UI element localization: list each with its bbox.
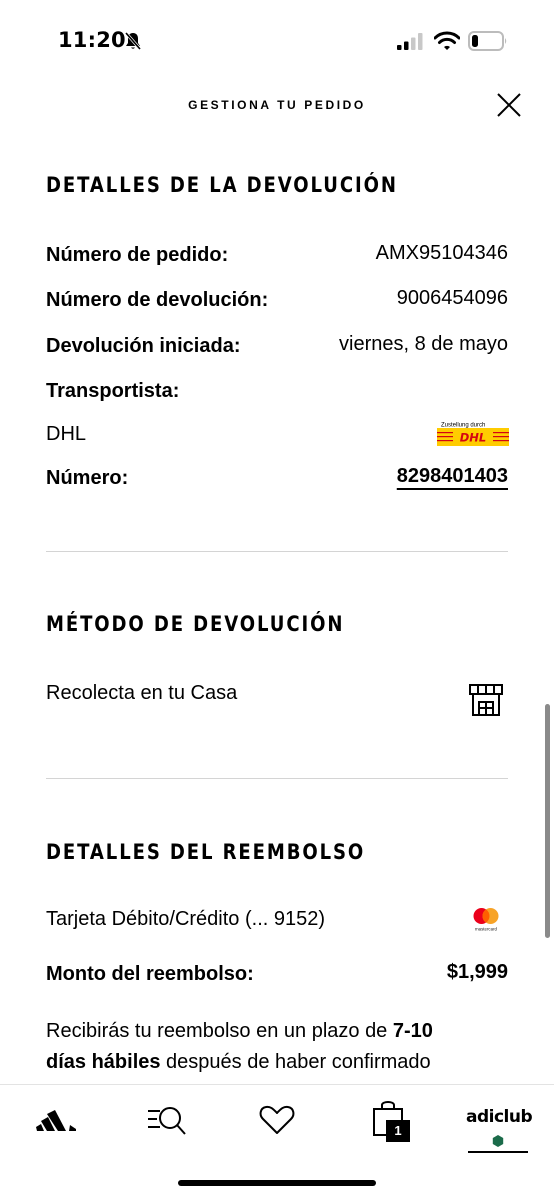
refund-note-suffix: después de haber confirmado xyxy=(160,1051,431,1073)
refund-note-prefix: Recibirás tu reembolso en un plazo de xyxy=(46,1020,393,1042)
status-bar: 11:20 xyxy=(0,0,554,80)
adiclub-nav-item[interactable]: adiclub xyxy=(466,1107,533,1155)
heart-icon[interactable] xyxy=(259,1105,295,1135)
refund-note-days: 7-10 xyxy=(392,1020,433,1042)
refund-amount-value: $1,999 xyxy=(446,961,508,983)
wifi-icon xyxy=(434,31,460,50)
refund-note-business-days: días hábiles xyxy=(46,1051,161,1073)
adiclub-status-icon xyxy=(492,1135,504,1147)
close-icon[interactable] xyxy=(494,90,524,120)
tracking-number-link[interactable]: 8298401403 xyxy=(397,465,508,488)
divider xyxy=(46,778,508,779)
search-icon[interactable] xyxy=(146,1103,188,1137)
return-number-value: 9006454096 xyxy=(396,287,508,309)
carrier-name: DHL xyxy=(46,423,87,445)
dhl-logo-brand: DHL xyxy=(460,431,487,445)
store-icon xyxy=(469,684,503,716)
home-indicator[interactable] xyxy=(178,1180,376,1186)
return-method-heading: MÉTODO DE DEVOLUCIÓN xyxy=(46,612,345,636)
signal-icon xyxy=(397,33,423,50)
page-title: GESTIONA TU PEDIDO xyxy=(188,98,366,112)
bell-slash-icon xyxy=(124,32,142,50)
adidas-logo-icon[interactable] xyxy=(36,1107,76,1135)
mastercard-wordmark: mastercard xyxy=(475,927,498,932)
return-number-label: Número de devolución: xyxy=(46,289,269,311)
return-started-value: viernes, 8 de mayo xyxy=(339,333,508,355)
bag-count-badge: 1 xyxy=(386,1120,410,1142)
active-tab-indicator xyxy=(468,1151,528,1153)
divider xyxy=(46,551,508,552)
mastercard-icon: mastercard xyxy=(473,908,499,932)
adiclub-label: adiclub xyxy=(466,1107,533,1127)
return-details-heading: DETALLES DE LA DEVOLUCIÓN xyxy=(46,173,398,197)
order-number-label: Número de pedido: xyxy=(46,244,229,266)
return-method-value: Recolecta en tu Casa xyxy=(46,682,238,704)
battery-icon xyxy=(468,31,507,51)
refund-details-heading: DETALLES DEL REEMBOLSO xyxy=(46,840,366,864)
refund-amount-label: Monto del reembolso: xyxy=(46,963,254,985)
payment-method-value: Tarjeta Débito/Crédito (... 9152) xyxy=(46,908,326,930)
scrollbar[interactable] xyxy=(545,704,550,938)
status-time: 11:20 xyxy=(58,28,126,52)
tracking-label: Número: xyxy=(46,467,129,489)
dhl-logo-caption: Zustellung durch xyxy=(441,423,485,429)
dhl-logo-icon: Zustellung durch DHL xyxy=(437,420,509,446)
carrier-label: Transportista: xyxy=(46,380,180,402)
order-number-value: AMX95104346 xyxy=(375,242,508,264)
return-started-label: Devolución iniciada: xyxy=(46,335,241,357)
refund-note: Recibirás tu reembolso en un plazo de 7-… xyxy=(46,1016,508,1078)
